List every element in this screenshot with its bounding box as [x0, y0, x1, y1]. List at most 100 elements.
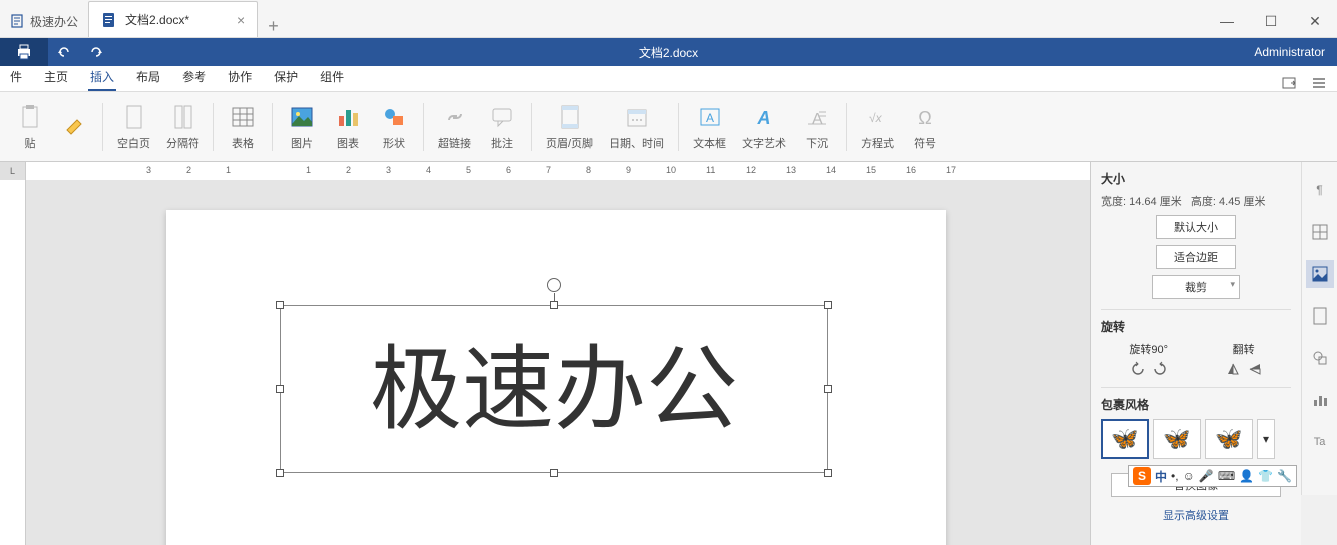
- chart-icon: [334, 103, 362, 131]
- maximize-button[interactable]: ☐: [1249, 5, 1293, 37]
- selected-image-object[interactable]: 极速办公: [280, 305, 828, 473]
- table-icon: [229, 103, 257, 131]
- close-tab-icon[interactable]: ×: [237, 12, 245, 28]
- textart-panel-button[interactable]: Ta: [1306, 428, 1334, 456]
- app-tab[interactable]: 极速办公: [0, 5, 88, 37]
- rotate-handle[interactable]: [547, 278, 561, 292]
- ime-lang-indicator[interactable]: 中: [1155, 468, 1167, 485]
- print-button[interactable]: [0, 38, 48, 66]
- equation-icon: √x: [864, 103, 892, 131]
- canvas-area[interactable]: 极速办公: [26, 180, 1090, 545]
- flip-vertical-button[interactable]: [1225, 361, 1241, 377]
- wrap-option-3[interactable]: 🦋: [1205, 419, 1253, 459]
- vertical-ruler[interactable]: [0, 180, 26, 545]
- right-vertical-toolbar: ¶ Ta: [1301, 162, 1337, 495]
- resize-handle-mr[interactable]: [824, 385, 832, 393]
- undo-button[interactable]: [48, 38, 80, 66]
- ime-skin-icon[interactable]: 👕: [1258, 469, 1273, 483]
- equation-button[interactable]: √x 方程式: [853, 99, 902, 155]
- menu-collab[interactable]: 协作: [226, 64, 254, 91]
- picture-button[interactable]: 图片: [279, 99, 325, 155]
- date-time-button[interactable]: 日期、时间: [601, 99, 672, 155]
- quick-access-bar: 文档2.docx Administrator: [0, 38, 1337, 66]
- symbol-icon: Ω: [911, 103, 939, 131]
- menu-references[interactable]: 参考: [180, 64, 208, 91]
- image-panel-button[interactable]: [1306, 260, 1334, 288]
- symbol-button[interactable]: Ω 符号: [902, 99, 948, 155]
- title-tab-bar: 极速办公 文档2.docx* × + — ☐ ✕: [0, 0, 1337, 38]
- resize-handle-br[interactable]: [824, 469, 832, 477]
- textbox-icon: A: [696, 103, 724, 131]
- ime-tool-icon[interactable]: 🔧: [1277, 469, 1292, 483]
- default-size-button[interactable]: 默认大小: [1156, 215, 1236, 239]
- hyperlink-button[interactable]: 超链接: [430, 99, 479, 155]
- resize-handle-tm[interactable]: [550, 301, 558, 309]
- rotate-ccw-button[interactable]: [1130, 361, 1146, 377]
- page-break-button[interactable]: 分隔符: [158, 99, 207, 155]
- chart-button[interactable]: 图表: [325, 99, 371, 155]
- header-panel-button[interactable]: [1306, 302, 1334, 330]
- size-dimensions: 宽度: 14.64 厘米 高度: 4.45 厘米: [1101, 193, 1291, 209]
- blank-page-button[interactable]: 空白页: [109, 99, 158, 155]
- menu-home[interactable]: 主页: [42, 64, 70, 91]
- sogou-icon[interactable]: S: [1133, 467, 1151, 485]
- shape-panel-button[interactable]: [1306, 344, 1334, 372]
- image-settings-panel: 大小 宽度: 14.64 厘米 高度: 4.45 厘米 默认大小 适合边距 裁剪…: [1090, 162, 1301, 545]
- ime-toolbar[interactable]: S 中 •, ☺ 🎤 ⌨ 👤 👕 🔧: [1128, 465, 1297, 487]
- butterfly-icon: 🦋: [1215, 426, 1242, 452]
- close-window-button[interactable]: ✕: [1293, 5, 1337, 37]
- menu-insert[interactable]: 插入: [88, 64, 116, 91]
- textbox-button[interactable]: A 文本框: [685, 99, 734, 155]
- new-tab-button[interactable]: +: [258, 16, 289, 37]
- open-file-icon[interactable]: [1281, 75, 1297, 91]
- document-title: 文档2.docx: [639, 44, 698, 61]
- resize-handle-bm[interactable]: [550, 469, 558, 477]
- rotate-cw-button[interactable]: [1152, 361, 1168, 377]
- menu-bar: 件 主页 插入 布局 参考 协作 保护 组件: [0, 66, 1337, 92]
- document-tab[interactable]: 文档2.docx* ×: [88, 1, 258, 37]
- ruler-corner[interactable]: L: [0, 162, 26, 180]
- resize-handle-bl[interactable]: [276, 469, 284, 477]
- chart-panel-button[interactable]: [1306, 386, 1334, 414]
- table-button[interactable]: 表格: [220, 99, 266, 155]
- resize-handle-ml[interactable]: [276, 385, 284, 393]
- svg-text:√x: √x: [869, 111, 883, 125]
- ime-mic-icon[interactable]: 🎤: [1199, 469, 1214, 483]
- minimize-button[interactable]: —: [1205, 5, 1249, 37]
- menu-addins[interactable]: 组件: [318, 64, 346, 91]
- hamburger-icon[interactable]: [1311, 75, 1327, 91]
- paste-button[interactable]: 贴: [8, 99, 52, 155]
- ime-person-icon[interactable]: 👤: [1239, 469, 1254, 483]
- menu-layout[interactable]: 布局: [134, 64, 162, 91]
- wordart-button[interactable]: A 文字艺术: [734, 99, 794, 155]
- ime-emoji-icon[interactable]: ☺: [1183, 469, 1195, 483]
- flip-horizontal-button[interactable]: [1247, 361, 1263, 377]
- wrap-style-options: 🦋 🦋 🦋 ▾: [1101, 419, 1291, 459]
- wrap-option-inline[interactable]: 🦋: [1101, 419, 1149, 459]
- document-icon: [10, 14, 24, 28]
- shapes-button[interactable]: 形状: [371, 99, 417, 155]
- paragraph-panel-button[interactable]: ¶: [1306, 176, 1334, 204]
- svg-text:A: A: [812, 111, 823, 128]
- table-panel-button[interactable]: [1306, 218, 1334, 246]
- comment-button[interactable]: 批注: [479, 99, 525, 155]
- redo-button[interactable]: [80, 38, 112, 66]
- menu-file[interactable]: 件: [8, 64, 24, 91]
- advanced-settings-link[interactable]: 显示高级设置: [1101, 507, 1291, 523]
- format-painter-button[interactable]: [52, 109, 96, 145]
- document-page[interactable]: 极速办公: [166, 210, 946, 545]
- rotate-section-title: 旋转: [1101, 318, 1291, 335]
- svg-text:A: A: [757, 108, 771, 128]
- resize-handle-tr[interactable]: [824, 301, 832, 309]
- ime-punct-icon[interactable]: •,: [1171, 469, 1179, 483]
- crop-button[interactable]: 裁剪: [1152, 275, 1240, 299]
- header-footer-button[interactable]: 页眉/页脚: [538, 99, 601, 155]
- ime-keyboard-icon[interactable]: ⌨: [1218, 469, 1235, 483]
- wrap-option-2[interactable]: 🦋: [1153, 419, 1201, 459]
- resize-handle-tl[interactable]: [276, 301, 284, 309]
- fit-margin-button[interactable]: 适合边距: [1156, 245, 1236, 269]
- menu-protect[interactable]: 保护: [272, 64, 300, 91]
- brush-icon: [60, 113, 88, 141]
- wrap-more-button[interactable]: ▾: [1257, 419, 1275, 459]
- dropcap-button[interactable]: A 下沉: [794, 99, 840, 155]
